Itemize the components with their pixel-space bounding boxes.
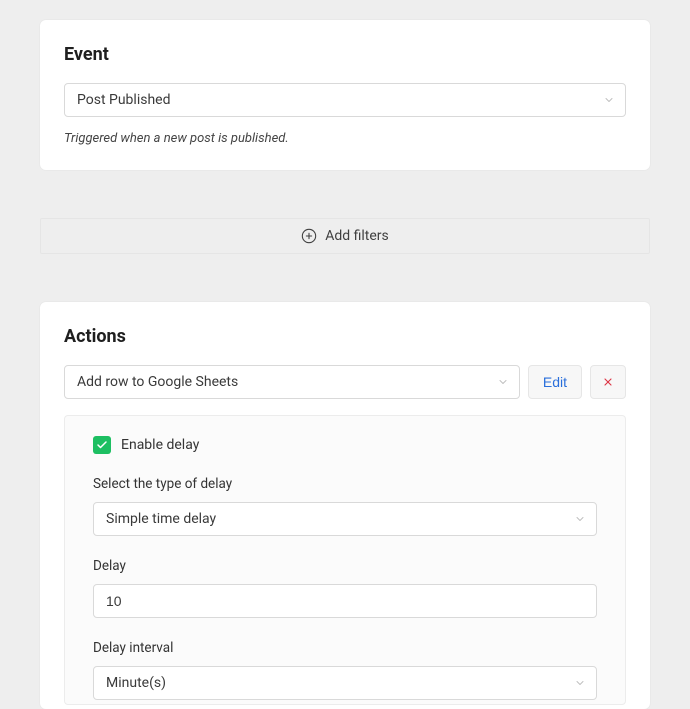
enable-delay-checkbox[interactable] — [93, 436, 111, 454]
enable-delay-row: Enable delay — [93, 436, 597, 454]
delay-type-value: Simple time delay — [106, 511, 216, 527]
remove-action-button[interactable] — [590, 365, 626, 399]
edit-button[interactable]: Edit — [528, 365, 582, 399]
delay-panel: Enable delay Select the type of delay Si… — [64, 415, 626, 705]
actions-title: Actions — [64, 326, 626, 347]
close-icon — [602, 376, 614, 388]
action-select[interactable]: Add row to Google Sheets — [64, 365, 520, 399]
page-root: Event Post Published Triggered when a ne… — [0, 0, 690, 709]
enable-delay-label: Enable delay — [121, 437, 199, 453]
delay-type-select[interactable]: Simple time delay — [93, 502, 597, 536]
event-title: Event — [64, 44, 626, 65]
plus-circle-icon — [301, 228, 317, 244]
add-filters-button[interactable]: Add filters — [40, 218, 650, 254]
action-select-value: Add row to Google Sheets — [77, 374, 238, 390]
chevron-down-icon — [574, 513, 586, 525]
event-card: Event Post Published Triggered when a ne… — [40, 20, 650, 170]
actions-card: Actions Add row to Google Sheets Edit — [40, 302, 650, 709]
delay-amount-input[interactable] — [93, 584, 597, 618]
event-select-value: Post Published — [77, 92, 170, 108]
event-select[interactable]: Post Published — [64, 83, 626, 117]
delay-interval-group: Delay interval Minute(s) — [93, 640, 597, 700]
delay-interval-select[interactable]: Minute(s) — [93, 666, 597, 700]
delay-amount-group: Delay — [93, 558, 597, 618]
delay-amount-label: Delay — [93, 558, 597, 574]
action-row: Add row to Google Sheets Edit — [64, 365, 626, 399]
chevron-down-icon — [603, 94, 615, 106]
check-icon — [96, 439, 108, 451]
add-filters-label: Add filters — [325, 228, 389, 244]
delay-interval-value: Minute(s) — [106, 675, 166, 691]
event-helper-text: Triggered when a new post is published. — [64, 131, 626, 146]
delay-type-label: Select the type of delay — [93, 476, 597, 492]
chevron-down-icon — [497, 376, 509, 388]
chevron-down-icon — [574, 677, 586, 689]
delay-interval-label: Delay interval — [93, 640, 597, 656]
delay-type-group: Select the type of delay Simple time del… — [93, 476, 597, 536]
